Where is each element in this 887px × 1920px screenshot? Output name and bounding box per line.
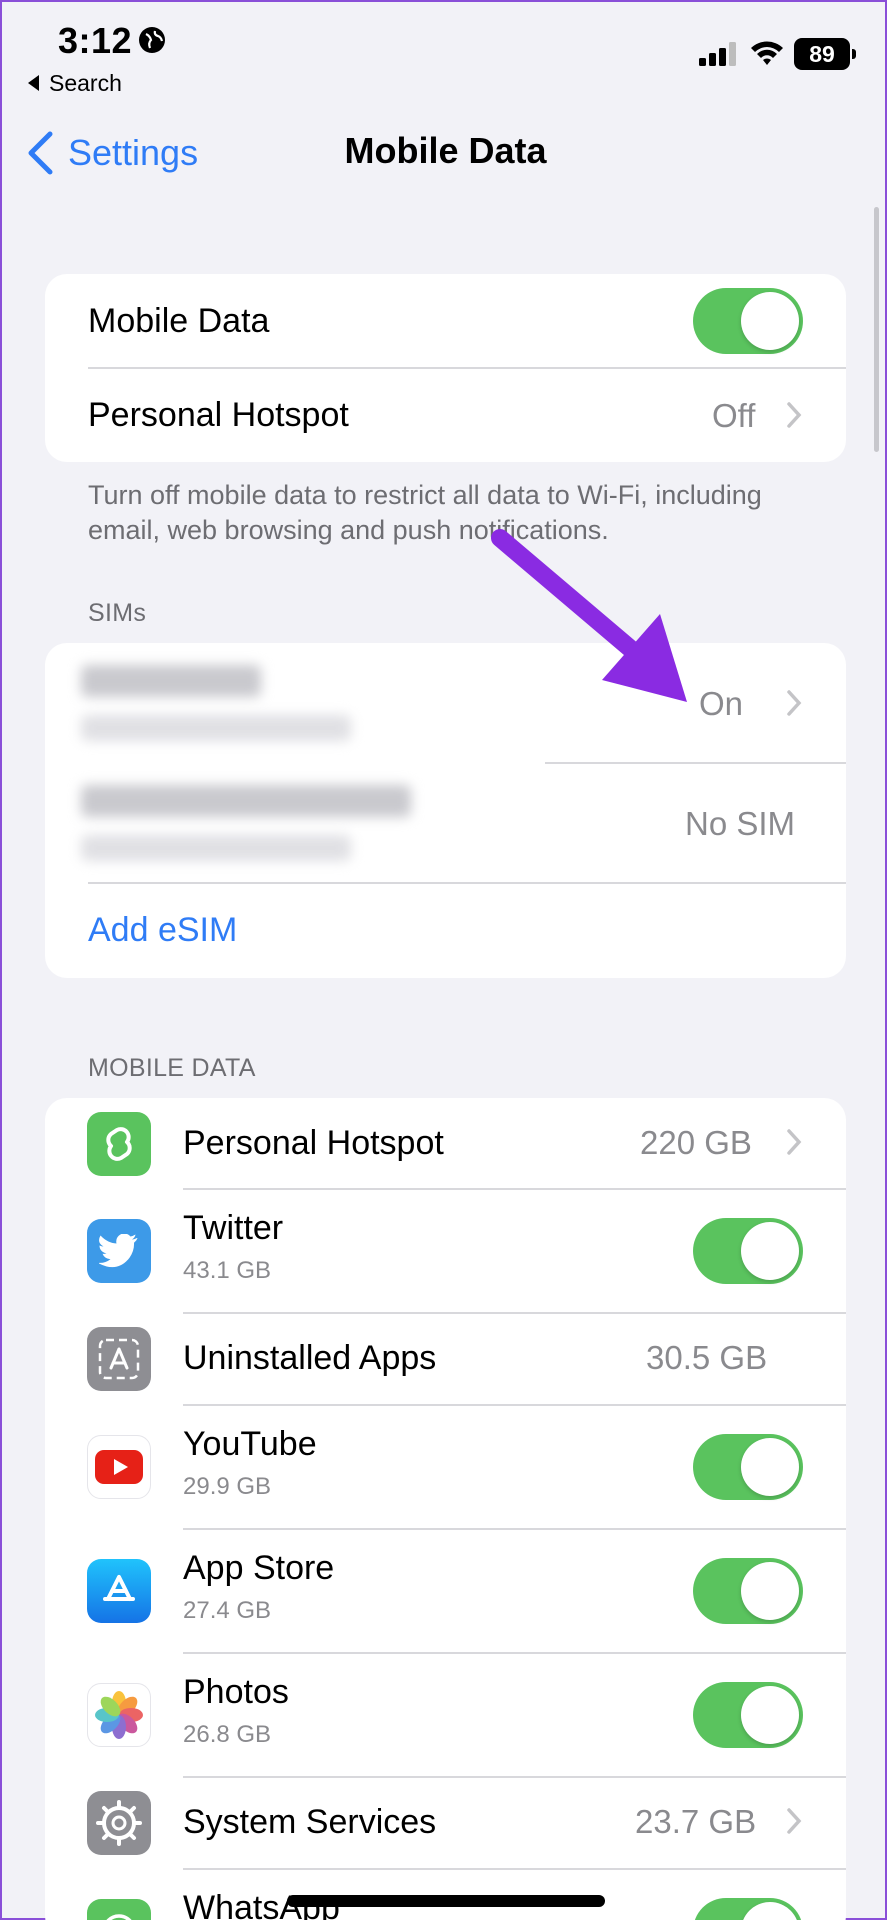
mobile-data-row[interactable]: Mobile Data: [45, 274, 846, 368]
app-store-data-toggle[interactable]: [693, 1558, 803, 1624]
chevron-right-icon: [787, 1808, 802, 1834]
personal-hotspot-row[interactable]: Personal Hotspot Off: [45, 368, 846, 462]
app-store-icon: [87, 1559, 151, 1623]
twitter-icon: [87, 1219, 151, 1283]
gear-icon: [87, 1791, 151, 1855]
app-size: 43.1 GB: [183, 1257, 272, 1284]
chevron-right-icon: [787, 690, 802, 716]
wifi-icon: [751, 41, 783, 65]
cellular-signal-icon: [699, 42, 736, 66]
app-name: Personal Hotspot: [183, 1124, 444, 1162]
status-bar: 3:12 Search 89: [2, 2, 887, 102]
app-row-twitter[interactable]: Twitter 43.1 GB: [45, 1189, 846, 1313]
home-indicator[interactable]: [287, 1895, 605, 1907]
redacted-sim-number: [81, 715, 351, 741]
status-time: 3:12: [58, 20, 133, 61]
app-row-photos[interactable]: Photos 26.8 GB: [45, 1653, 846, 1777]
photos-icon: [87, 1683, 151, 1747]
youtube-data-toggle[interactable]: [693, 1434, 803, 1500]
annotation-arrow-icon: [491, 529, 687, 702]
uninstalled-apps-icon: [87, 1327, 151, 1391]
app-name: System Services: [183, 1803, 437, 1841]
sims-section-header: SIMs: [88, 599, 147, 627]
chevron-right-icon: [787, 1129, 802, 1155]
app-size: 27.4 GB: [183, 1597, 272, 1624]
redacted-sim-number: [81, 835, 351, 861]
mobile-data-toggle[interactable]: [693, 288, 803, 354]
hotspot-icon: [87, 1112, 151, 1176]
sim-secondary-status: No SIM: [685, 805, 796, 842]
mobile-data-section-header: MOBILE DATA: [88, 1054, 256, 1082]
app-usage-value: 30.5 GB: [646, 1339, 768, 1376]
mobile-data-group: Mobile Data Personal Hotspot Off: [45, 274, 846, 462]
app-size: 29.9 GB: [183, 1473, 272, 1500]
redacted-sim-name: [81, 785, 411, 817]
add-esim-button[interactable]: Add eSIM: [88, 911, 237, 950]
whatsapp-data-toggle[interactable]: [693, 1898, 803, 1920]
whatsapp-icon: [87, 1899, 151, 1920]
youtube-icon: [87, 1435, 151, 1499]
app-name: Twitter: [183, 1209, 284, 1247]
app-row-uninstalled-apps: Uninstalled Apps 30.5 GB: [45, 1313, 846, 1405]
app-row-personal-hotspot[interactable]: Personal Hotspot 220 GB: [45, 1098, 846, 1189]
app-name: Photos: [183, 1673, 289, 1711]
personal-hotspot-value: Off: [712, 397, 756, 434]
chevron-right-icon: [787, 402, 802, 428]
back-triangle-icon: [28, 74, 39, 91]
mobile-data-label: Mobile Data: [88, 302, 270, 340]
sims-group: On No SIM Add eSIM: [45, 643, 846, 978]
app-row-app-store[interactable]: App Store 27.4 GB: [45, 1529, 846, 1653]
app-usage-value: 220 GB: [640, 1124, 752, 1161]
sim-secondary-row[interactable]: No SIM: [45, 763, 846, 883]
scrollbar[interactable]: [874, 207, 879, 452]
app-name: YouTube: [183, 1425, 317, 1463]
app-name: App Store: [183, 1549, 335, 1587]
add-esim-row[interactable]: Add eSIM: [45, 883, 846, 978]
redacted-sim-name: [81, 665, 261, 697]
twitter-data-toggle[interactable]: [693, 1218, 803, 1284]
back-to-app-link[interactable]: Search: [28, 70, 122, 97]
sim-primary-row[interactable]: On: [45, 643, 846, 763]
app-name: Uninstalled Apps: [183, 1339, 437, 1377]
personal-hotspot-label: Personal Hotspot: [88, 396, 349, 434]
app-row-youtube[interactable]: YouTube 29.9 GB: [45, 1405, 846, 1529]
page-title: Mobile Data: [344, 130, 547, 171]
photos-data-toggle[interactable]: [693, 1682, 803, 1748]
app-size: 26.8 GB: [183, 1721, 272, 1748]
battery-indicator: 89: [794, 38, 856, 70]
app-usage-value: 23.7 GB: [635, 1803, 757, 1840]
app-usage-group: Personal Hotspot 220 GB Twitter 43.1 GB …: [45, 1098, 846, 1920]
app-row-system-services[interactable]: System Services 23.7 GB: [45, 1777, 846, 1869]
globe-icon: [139, 27, 165, 53]
